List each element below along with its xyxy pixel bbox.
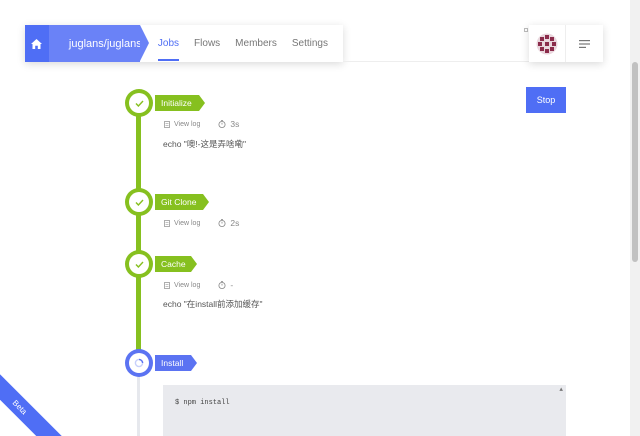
step-duration: 2s <box>218 218 239 228</box>
small-indicator-icon <box>524 28 528 32</box>
step-duration: - <box>218 280 233 290</box>
step-meta: View log 2s <box>164 218 239 228</box>
step-status-git-clone <box>125 188 153 216</box>
avatar-pattern-icon <box>536 33 558 54</box>
stopwatch-icon <box>218 281 226 289</box>
home-icon <box>31 38 43 49</box>
check-icon <box>134 199 144 206</box>
step-status-initialize <box>125 89 153 117</box>
check-icon <box>134 261 144 268</box>
beta-ribbon: Beta <box>0 365 62 436</box>
spinner-icon <box>134 358 144 368</box>
step-command: echo "噢!-这是弄啥嘞" <box>163 139 247 149</box>
step-meta: View log 3s <box>164 119 239 129</box>
top-navbar: juglans/juglans Jobs Flows Members Setti… <box>25 25 343 62</box>
view-log-link[interactable]: View log <box>164 121 200 128</box>
page-scrollbar-thumb[interactable] <box>632 62 638 262</box>
step-name-tag[interactable]: Cache <box>155 256 197 272</box>
step-name-tag[interactable]: Git Clone <box>155 194 209 210</box>
stopwatch-icon <box>218 219 226 227</box>
step-command: echo "在install前添加缓存" <box>163 299 263 309</box>
terminal-line: $ npm install <box>175 399 230 407</box>
stop-button[interactable]: Stop <box>526 87 566 113</box>
timeline-rail-complete <box>136 103 141 363</box>
tab-members[interactable]: Members <box>235 25 277 62</box>
tab-flows[interactable]: Flows <box>194 25 220 62</box>
step-status-install <box>125 349 153 377</box>
hamburger-icon <box>579 39 590 48</box>
log-icon <box>164 120 170 128</box>
view-log-link[interactable]: View log <box>164 282 200 289</box>
tab-settings[interactable]: Settings <box>292 25 328 62</box>
log-icon <box>164 281 170 289</box>
home-button[interactable] <box>25 25 49 62</box>
check-icon <box>134 100 144 107</box>
repo-breadcrumb[interactable]: juglans/juglans <box>48 25 149 62</box>
step-meta: View log - <box>164 280 233 290</box>
log-icon <box>164 219 170 227</box>
menu-button[interactable] <box>566 25 603 62</box>
header-divider <box>343 61 529 62</box>
stopwatch-icon <box>218 120 226 128</box>
step-name-tag[interactable]: Initialize <box>155 95 205 111</box>
log-terminal[interactable]: ▲ $ npm install <box>163 385 566 436</box>
user-card <box>529 25 603 62</box>
view-log-link[interactable]: View log <box>164 220 200 227</box>
step-duration: 3s <box>218 119 239 129</box>
tab-jobs[interactable]: Jobs <box>157 25 180 62</box>
step-status-cache <box>125 250 153 278</box>
scroll-up-icon[interactable]: ▲ <box>559 386 563 393</box>
repo-name: juglans/juglans <box>68 37 142 50</box>
avatar[interactable] <box>529 25 566 62</box>
nav-tabs: Jobs Flows Members Settings <box>157 25 343 62</box>
step-name-tag[interactable]: Install <box>155 355 197 371</box>
